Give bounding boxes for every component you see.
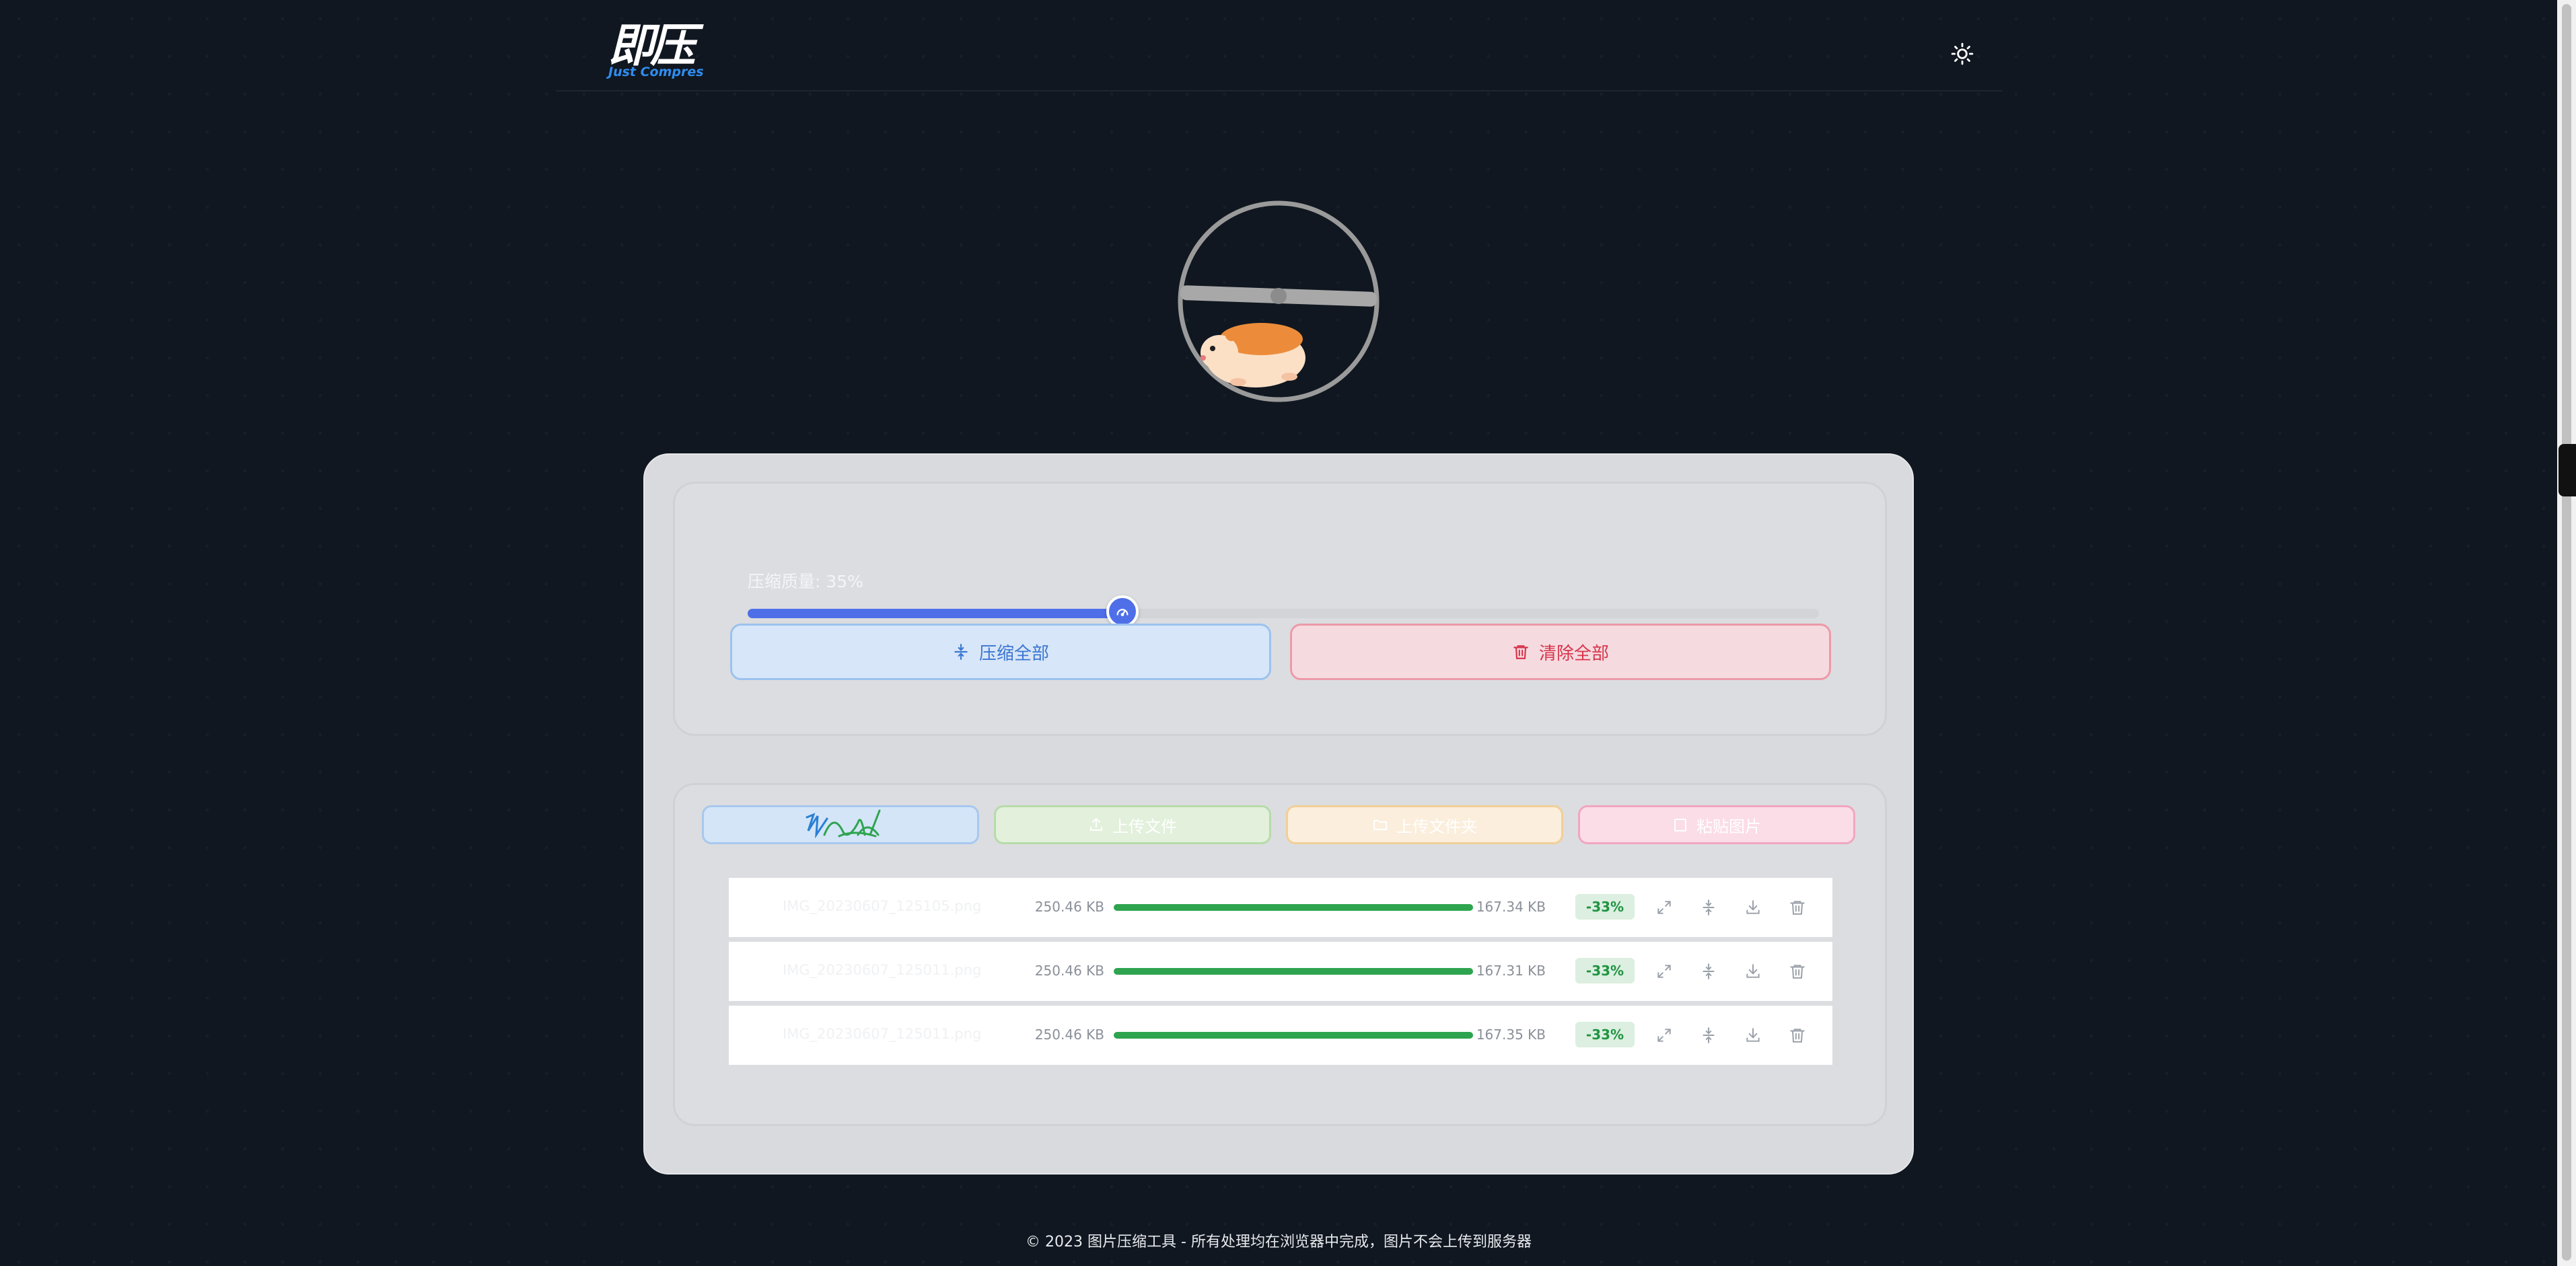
- file-row: IMG_20230607_125011.png 250.46 KB 167.35…: [729, 1006, 1832, 1065]
- upload-file-button[interactable]: 上传文件: [994, 805, 1271, 844]
- compressed-size: 167.35 KB: [1476, 1027, 1546, 1043]
- recompress-button[interactable]: [1695, 1022, 1722, 1049]
- app-logo[interactable]: 即压 Just Compres: [608, 22, 709, 82]
- upload-file-label: 上传文件: [1112, 817, 1177, 836]
- gauge-icon: [1116, 609, 1129, 616]
- progress-bar: [1114, 1032, 1473, 1039]
- file-list: IMG_20230607_125105.png 250.46 KB 167.34…: [729, 878, 1832, 1070]
- delete-button[interactable]: [1784, 958, 1811, 985]
- ratio-badge: -33%: [1575, 1022, 1635, 1047]
- ratio-badge: -33%: [1575, 894, 1635, 920]
- delete-button[interactable]: [1784, 1022, 1811, 1049]
- logo-subtitle: Just Compres: [608, 65, 704, 79]
- download-button[interactable]: [1740, 1022, 1766, 1049]
- recompress-button[interactable]: [1695, 894, 1722, 921]
- top-header: 即压 Just Compres: [556, 0, 2003, 91]
- download-icon: [1746, 964, 1760, 978]
- trash-icon: [1790, 901, 1805, 915]
- trash-icon: [1790, 965, 1805, 979]
- logo-text: 即压: [608, 19, 696, 73]
- ratio-badge: -33%: [1575, 958, 1635, 983]
- compress-all-button[interactable]: 压缩全部: [730, 624, 1271, 680]
- files-card: 上传文件 上传文件夹 粘贴图片 IMG_20230607_125105.png …: [673, 783, 1887, 1126]
- slider-thumb[interactable]: [1106, 595, 1139, 628]
- expand-icon: [1657, 1029, 1671, 1042]
- download-button[interactable]: [1740, 958, 1766, 985]
- upload-icon: [1090, 817, 1102, 831]
- upload-folder-label: 上传文件夹: [1396, 817, 1477, 836]
- file-row: IMG_20230607_125105.png 250.46 KB 167.34…: [729, 878, 1832, 937]
- scribble-upload-button[interactable]: [702, 805, 979, 844]
- original-size: 250.46 KB: [1034, 963, 1104, 979]
- download-button[interactable]: [1740, 894, 1766, 921]
- file-name: IMG_20230607_125011.png: [783, 962, 982, 978]
- compressed-size: 167.34 KB: [1476, 899, 1546, 915]
- footer-text: © 2023 图片压缩工具 - 所有处理均在浏览器中完成，图片不会上传到服务器: [1026, 1234, 1532, 1251]
- clipboard-icon: [1674, 819, 1686, 831]
- delete-button[interactable]: [1784, 894, 1811, 921]
- compress-all-label: 压缩全部: [978, 643, 1049, 664]
- progress-fill: [1114, 904, 1473, 911]
- clear-all-button[interactable]: 清除全部: [1290, 624, 1831, 680]
- paste-image-label: 粘贴图片: [1696, 817, 1761, 836]
- upload-folder-button[interactable]: 上传文件夹: [1286, 805, 1563, 844]
- original-size: 250.46 KB: [1034, 899, 1104, 915]
- recompress-button[interactable]: [1695, 958, 1722, 985]
- page-scrollbar[interactable]: [2557, 0, 2576, 1266]
- clear-all-label: 清除全部: [1538, 643, 1609, 664]
- file-name: IMG_20230607_125011.png: [783, 1026, 982, 1042]
- trash-icon: [1790, 1029, 1805, 1043]
- sun-icon: [1951, 42, 1974, 65]
- progress-bar: [1114, 904, 1473, 911]
- preview-button[interactable]: [1651, 958, 1678, 985]
- theme-toggle-button[interactable]: [1943, 35, 1981, 73]
- progress-bar: [1114, 968, 1473, 975]
- settings-card: 压缩质量: 35% 压缩全部 清除全部: [673, 482, 1887, 736]
- compress-icon: [1703, 1027, 1715, 1043]
- compress-icon: [1703, 963, 1715, 979]
- slider-fill: [748, 609, 1123, 618]
- trash-icon: [1513, 645, 1528, 659]
- file-row: IMG_20230607_125011.png 250.46 KB 167.31…: [729, 942, 1832, 1001]
- progress-fill: [1114, 968, 1473, 975]
- preview-button[interactable]: [1651, 894, 1678, 921]
- compressed-size: 167.31 KB: [1476, 963, 1546, 979]
- original-size: 250.46 KB: [1034, 1027, 1104, 1043]
- paste-image-button[interactable]: 粘贴图片: [1578, 805, 1855, 844]
- scribble-logo-icon: [806, 809, 881, 839]
- download-icon: [1746, 1028, 1760, 1042]
- file-name: IMG_20230607_125105.png: [783, 898, 982, 914]
- main-panel: 压缩质量: 35% 压缩全部 清除全部 上传文件 上传文件夹 粘贴图片 IMG_…: [643, 453, 1914, 1175]
- expand-icon: [1657, 965, 1671, 978]
- progress-fill: [1114, 1032, 1473, 1039]
- download-icon: [1746, 900, 1760, 914]
- expand-icon: [1657, 901, 1671, 914]
- side-extension-tab[interactable]: [2559, 444, 2576, 496]
- scrollbar-thumb[interactable]: [2562, 4, 2571, 1261]
- compress-icon: [954, 644, 968, 660]
- preview-button[interactable]: [1651, 1022, 1678, 1049]
- compress-icon: [1703, 899, 1715, 916]
- hamster-wheel-illustration: [1178, 200, 1380, 402]
- quality-label: 压缩质量: 35%: [748, 572, 863, 591]
- folder-icon: [1373, 820, 1387, 830]
- quality-slider[interactable]: [748, 595, 1819, 628]
